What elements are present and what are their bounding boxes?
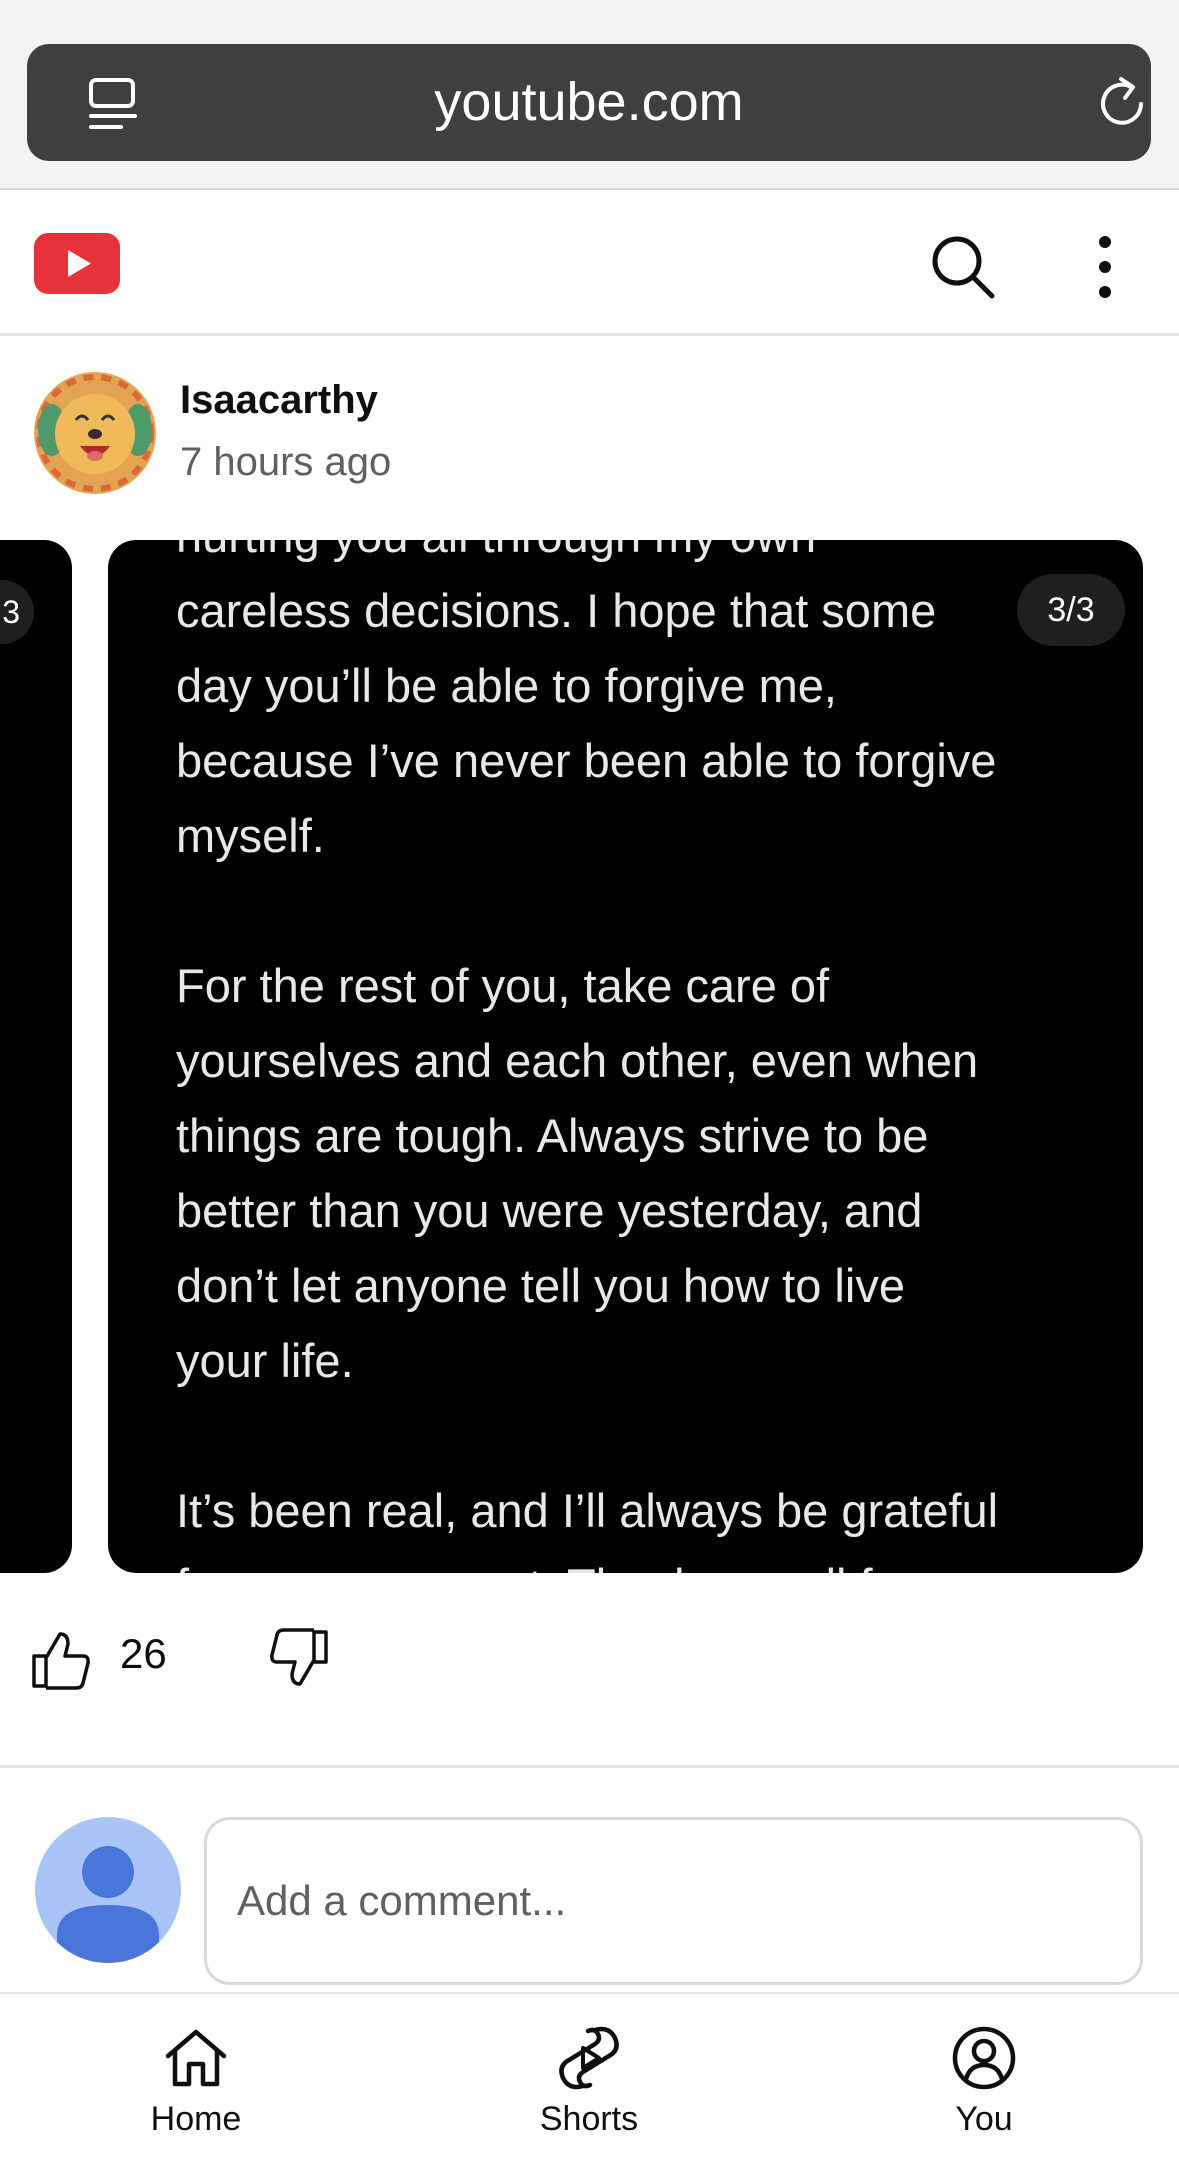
youtube-logo-icon[interactable] xyxy=(34,233,120,294)
carousel-slide-current[interactable]: hurting you all through my own careless … xyxy=(108,540,1143,1573)
reload-icon[interactable] xyxy=(1091,73,1153,135)
carousel-slide-previous[interactable]: 3 xyxy=(0,540,72,1573)
account-circle-icon xyxy=(952,2026,1016,2090)
section-divider xyxy=(0,1765,1179,1768)
nav-shorts[interactable]: Shorts xyxy=(489,1994,689,2159)
nav-home[interactable]: Home xyxy=(96,1994,296,2159)
more-vertical-icon[interactable] xyxy=(1085,232,1125,302)
dog-avatar-icon xyxy=(34,372,156,494)
bottom-navigation: Home Shorts You xyxy=(0,1992,1179,2159)
like-count: 26 xyxy=(120,1630,167,1677)
like-icon[interactable] xyxy=(28,1626,94,1692)
nav-you-label: You xyxy=(955,2100,1013,2138)
home-icon xyxy=(165,2029,227,2087)
slide-text: hurting you all through my own careless … xyxy=(176,540,999,1573)
slide-counter-badge: 3/3 xyxy=(1017,574,1125,646)
comment-input[interactable] xyxy=(204,1817,1143,1985)
page: youtube.com Isaacarthy 7 hours ago 3 car… xyxy=(0,0,1179,2159)
search-icon[interactable] xyxy=(928,232,998,302)
address-bar[interactable]: youtube.com xyxy=(27,44,1151,161)
post-timestamp: 7 hours ago xyxy=(180,440,392,484)
slide-counter-badge: 3 xyxy=(0,580,34,644)
nav-shorts-label: Shorts xyxy=(539,2100,639,2138)
nav-you[interactable]: You xyxy=(884,1994,1084,2159)
channel-avatar[interactable] xyxy=(34,372,156,494)
channel-name[interactable]: Isaacarthy xyxy=(180,378,378,423)
dislike-icon[interactable] xyxy=(266,1626,332,1692)
nav-home-label: Home xyxy=(150,2100,242,2138)
shorts-icon xyxy=(559,2026,619,2090)
default-user-icon xyxy=(57,1846,159,1963)
youtube-header xyxy=(0,192,1179,336)
url-text[interactable]: youtube.com xyxy=(27,44,1151,161)
user-avatar xyxy=(35,1817,181,1963)
browser-toolbar: youtube.com xyxy=(0,0,1179,190)
